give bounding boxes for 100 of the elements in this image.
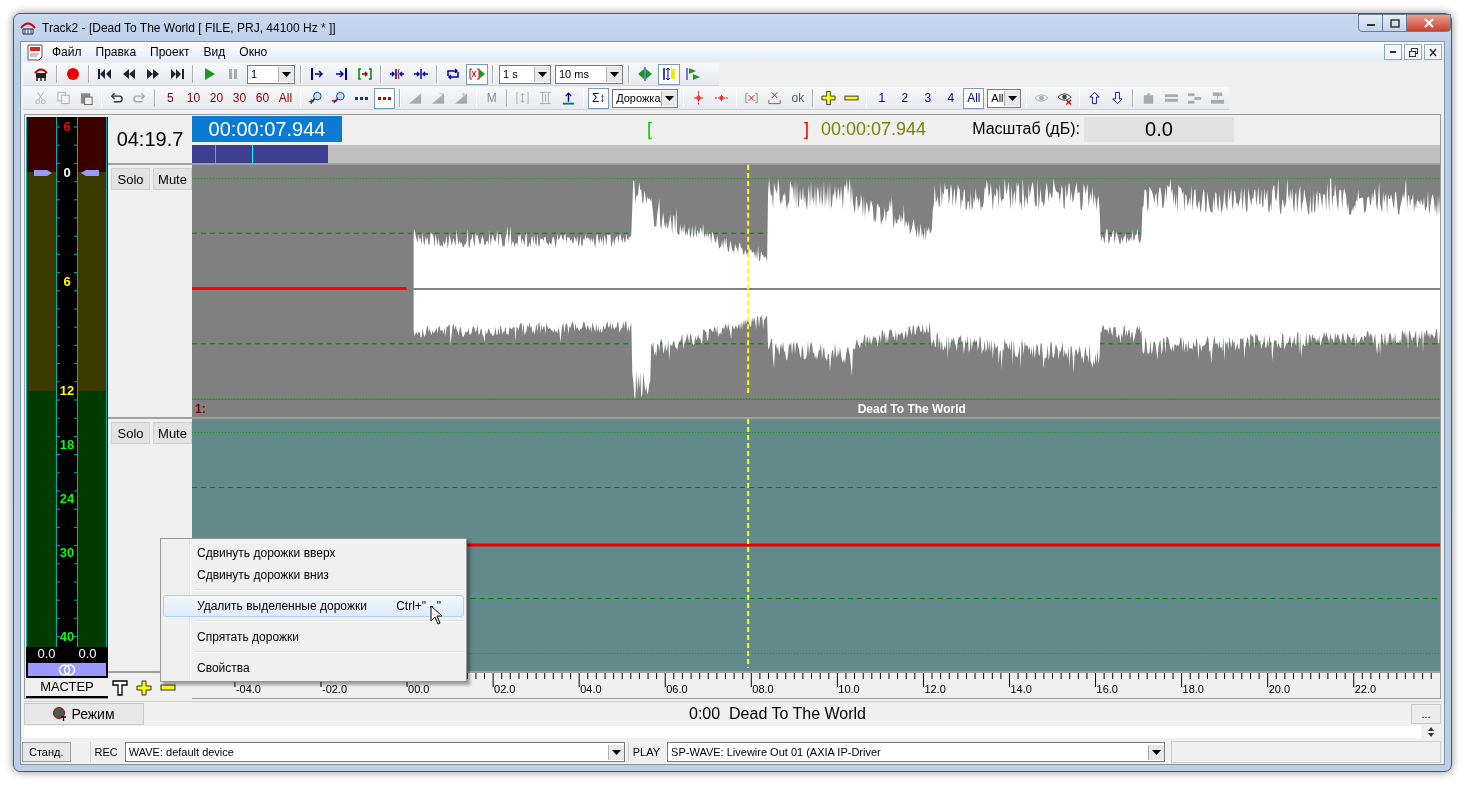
selection-end-mark: ] <box>804 118 810 140</box>
meter-scale-label: 0 <box>63 165 71 180</box>
minimize-button[interactable] <box>1384 44 1402 60</box>
ruler-label: -02.0 <box>322 683 347 695</box>
menu-item[interactable]: Окно <box>232 43 275 61</box>
dropdown[interactable]: 10 ms <box>555 64 623 84</box>
link-channels-button[interactable] <box>26 661 108 678</box>
selection-start-mark: [ <box>647 118 652 140</box>
caret-icon <box>534 66 550 82</box>
close-icon <box>1422 18 1435 28</box>
toolbar-button[interactable]: All <box>274 87 296 109</box>
ruler-label: 04.0 <box>580 683 602 695</box>
track-lane[interactable]: 1: Dead To The World <box>192 165 1440 417</box>
ruler-label: 06.0 <box>666 683 688 695</box>
close-icon <box>1429 47 1437 57</box>
dropdown[interactable]: 1 <box>247 64 295 84</box>
restore-button[interactable] <box>1404 44 1422 60</box>
plus-icon[interactable] <box>136 680 152 696</box>
maximize-button[interactable] <box>1382 14 1407 32</box>
caret-icon <box>278 66 294 82</box>
dropdown[interactable]: All <box>987 88 1021 108</box>
restore-icon <box>1408 47 1418 57</box>
ruler-label: 02.0 <box>494 683 516 695</box>
dropdown[interactable]: 1 s <box>499 64 551 84</box>
close-button[interactable] <box>1424 44 1442 60</box>
toolbar-button[interactable]: 60 <box>251 87 273 109</box>
dotted-line-button[interactable] <box>374 87 396 109</box>
meter-scale-label: 18 <box>59 437 75 452</box>
toolbar-button[interactable]: 10 <box>182 87 204 109</box>
ruler-label: 22.0 <box>1354 683 1377 695</box>
track-title: Dead To The World <box>857 401 966 416</box>
track-toggle-button[interactable]: Mute <box>153 422 192 444</box>
device-dropdown[interactable]: SP-WAVE: Livewire Out 01 (AXIA IP-Driver <box>667 742 1166 762</box>
menu-item-label: Спрятать дорожки <box>197 630 299 644</box>
device-dropdown[interactable]: WAVE: default device <box>124 742 625 762</box>
scale-value: 0.0 <box>1084 116 1234 142</box>
toolbar-button[interactable]: 3 <box>917 87 939 109</box>
ruler-label: 08.0 <box>752 683 774 695</box>
meter-scale-label: 40 <box>59 629 75 644</box>
ruler-label: 20.0 <box>1268 683 1291 695</box>
device-label: PLAY <box>627 742 665 762</box>
meter-scale-label: 30 <box>59 545 75 560</box>
dial-icon <box>53 707 68 721</box>
ruler-label: 16.0 <box>1096 683 1118 695</box>
toolbar-button[interactable]: 5 <box>159 87 181 109</box>
meter-reading: 0.0 <box>78 647 97 661</box>
minus-icon[interactable] <box>160 684 176 692</box>
text-tool-icon[interactable] <box>112 680 128 696</box>
menu-item[interactable]: Проект <box>143 43 197 61</box>
track-number: 1: <box>195 401 206 416</box>
toolbar-button[interactable]: 2 <box>894 87 916 109</box>
meter-reading: 0.0 <box>37 647 56 661</box>
menu-item[interactable]: Вид <box>196 43 233 61</box>
menu-item[interactable]: Свойства <box>163 657 464 679</box>
track-toggle-button[interactable]: Solo <box>111 168 150 190</box>
track-toggle-button[interactable]: Solo <box>111 422 150 444</box>
app-icon <box>20 20 36 35</box>
meter-scale-label: 6 <box>63 274 71 289</box>
menu-item[interactable]: Файл <box>45 43 89 61</box>
menu-item-label: Удалить выделенные дорожки <box>197 599 367 613</box>
preset-button[interactable]: Станд. <box>22 742 71 762</box>
ruler-label: 10.0 <box>838 683 860 695</box>
toolbar-button[interactable]: 1 <box>871 87 893 109</box>
toolbar-button[interactable]: Σ↕ <box>588 87 610 109</box>
caret-icon <box>660 90 677 106</box>
menu-item-label: Сдвинуть дорожки вверх <box>197 546 336 560</box>
toolbar-button[interactable]: 4 <box>940 87 962 109</box>
toolbar-button[interactable]: 30 <box>228 87 250 109</box>
caret-icon <box>607 744 624 760</box>
menu-item[interactable]: Сдвинуть дорожки вверх <box>163 542 464 564</box>
device-label: REC <box>89 742 122 762</box>
menu-item-label: Сдвинуть дорожки вниз <box>197 568 329 582</box>
caret-icon <box>1148 744 1165 760</box>
selection-length: 00:00:07.944 <box>821 118 927 140</box>
track-toggle-button[interactable]: Mute <box>153 168 192 190</box>
caret-icon <box>606 66 622 82</box>
more-button[interactable]: ... <box>1411 704 1441 724</box>
minimize-button[interactable] <box>1358 14 1383 32</box>
document-icon[interactable] <box>27 43 45 61</box>
caret-icon <box>1003 90 1020 106</box>
rings-icon <box>58 663 76 676</box>
toolbar-button[interactable]: ok <box>787 87 809 109</box>
scale-label: Масштаб (дБ): <box>972 120 1080 138</box>
ruler-label: 14.0 <box>1010 683 1032 695</box>
menu-item[interactable]: Сдвинуть дорожки вниз <box>163 564 464 586</box>
dropdown[interactable]: Дорожка <box>612 88 678 108</box>
minimize-icon <box>1390 51 1396 53</box>
toolbar-button[interactable]: 20 <box>205 87 227 109</box>
ruler-label: -04.0 <box>235 683 261 695</box>
shortcut-text: Ctrl+" - " <box>396 599 441 613</box>
menu-item[interactable]: Спрятать дорожки <box>163 626 464 648</box>
menu-item-label: Свойства <box>197 661 250 675</box>
text-field[interactable] <box>24 726 1421 738</box>
ruler-label: 12.0 <box>924 683 946 695</box>
meter-scale-label: 6 <box>63 119 71 134</box>
spinner-icon[interactable] <box>1425 726 1437 738</box>
toolbar-button[interactable]: All <box>963 87 985 109</box>
mode-button[interactable]: Режим <box>24 703 144 725</box>
menu-item[interactable]: Удалить выделенные дорожки Ctrl+" - " <box>163 595 464 617</box>
menu-item[interactable]: Правка <box>88 43 144 61</box>
